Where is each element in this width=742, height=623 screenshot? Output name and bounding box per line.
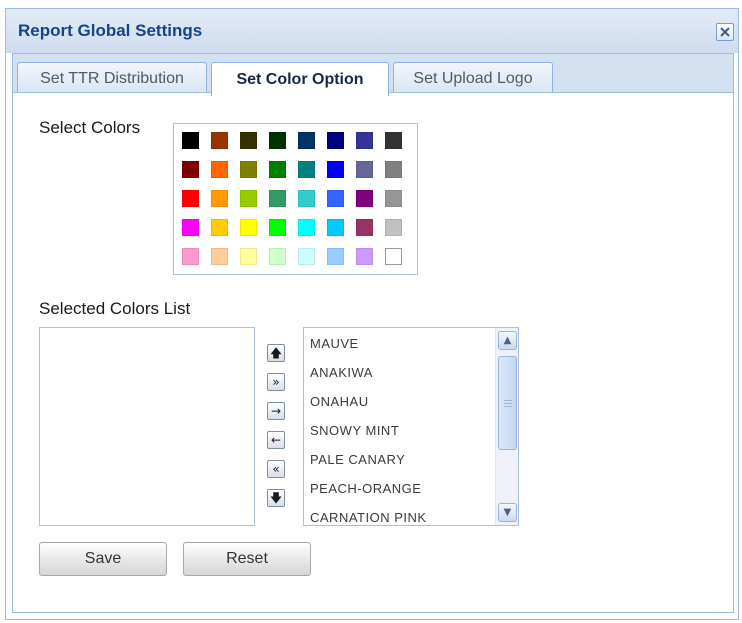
color-palette: [173, 123, 418, 275]
color-swatch[interactable]: [356, 248, 373, 265]
color-swatch[interactable]: [211, 248, 228, 265]
tab-strip: Set TTR Distribution Set Color Option Se…: [12, 53, 734, 96]
color-swatch[interactable]: [356, 190, 373, 207]
scroll-up-icon[interactable]: ▲: [498, 331, 517, 350]
select-colors-label: Select Colors: [39, 118, 141, 137]
move-all-left-icon[interactable]: «: [267, 460, 285, 478]
tab-set-color-option[interactable]: Set Color Option: [211, 62, 389, 96]
selected-colors-listbox[interactable]: [39, 327, 255, 526]
save-button[interactable]: Save: [39, 542, 167, 576]
color-swatch[interactable]: [385, 132, 402, 149]
list-item[interactable]: MAUVE: [310, 336, 359, 351]
color-swatch[interactable]: [298, 219, 315, 236]
list-item[interactable]: SNOWY MINT: [310, 423, 399, 438]
color-swatch[interactable]: [240, 190, 257, 207]
dialog-titlebar[interactable]: Report Global Settings: [6, 9, 738, 53]
dialog-title: Report Global Settings: [18, 21, 203, 40]
available-colors-listbox[interactable]: ▲ ▼ MAUVE ANAKIWA ONAHAU SNOWY MINT PALE CAN…: [303, 327, 519, 526]
color-swatch[interactable]: [327, 132, 344, 149]
move-left-icon[interactable]: ←: [267, 431, 285, 449]
color-swatch[interactable]: [211, 132, 228, 149]
list-item[interactable]: PEACH-ORANGE: [310, 481, 421, 496]
color-swatch[interactable]: [269, 190, 286, 207]
scroll-down-icon[interactable]: ▼: [498, 503, 517, 522]
list-item[interactable]: CARNATION PINK: [310, 510, 427, 525]
color-swatch[interactable]: [269, 219, 286, 236]
color-swatch[interactable]: [269, 132, 286, 149]
color-swatch[interactable]: [269, 161, 286, 178]
list-item[interactable]: ANAKIWA: [310, 365, 373, 380]
color-swatch[interactable]: [298, 248, 315, 265]
reset-button[interactable]: Reset: [183, 542, 311, 576]
color-swatch[interactable]: [327, 190, 344, 207]
color-swatch[interactable]: [240, 161, 257, 178]
color-option-panel: Select Colors Selected Colors List 🡅 » → ← «…: [12, 92, 734, 613]
move-all-right-icon[interactable]: »: [267, 373, 285, 391]
color-swatch[interactable]: [298, 161, 315, 178]
color-swatch[interactable]: [327, 161, 344, 178]
tab-set-ttr-distribution[interactable]: Set TTR Distribution: [17, 62, 207, 95]
report-global-settings-dialog: Report Global Settings Set TTR Distribut…: [5, 8, 739, 620]
color-swatch[interactable]: [269, 248, 286, 265]
list-item[interactable]: ONAHAU: [310, 394, 369, 409]
color-swatch[interactable]: [182, 219, 199, 236]
color-swatch[interactable]: [298, 132, 315, 149]
color-swatch[interactable]: [211, 190, 228, 207]
color-swatch[interactable]: [385, 161, 402, 178]
color-swatch[interactable]: [298, 190, 315, 207]
color-swatch[interactable]: [385, 219, 402, 236]
move-up-icon[interactable]: 🡅: [267, 344, 285, 362]
available-list-scrollbar[interactable]: ▲ ▼: [495, 328, 518, 525]
move-down-icon[interactable]: 🡇: [267, 489, 285, 507]
color-swatch[interactable]: [385, 190, 402, 207]
color-swatch[interactable]: [356, 132, 373, 149]
list-item[interactable]: PALE CANARY: [310, 452, 405, 467]
color-swatch[interactable]: [240, 248, 257, 265]
color-swatch[interactable]: [211, 161, 228, 178]
color-swatch[interactable]: [182, 161, 199, 178]
close-icon[interactable]: [716, 23, 734, 41]
scrollbar-thumb[interactable]: [498, 356, 517, 450]
color-swatch[interactable]: [327, 219, 344, 236]
color-swatch[interactable]: [182, 132, 199, 149]
selected-colors-list-label: Selected Colors List: [39, 299, 191, 318]
color-swatch[interactable]: [182, 190, 199, 207]
tab-set-upload-logo[interactable]: Set Upload Logo: [393, 62, 553, 95]
color-swatch[interactable]: [385, 248, 402, 265]
color-swatch[interactable]: [356, 161, 373, 178]
color-swatch[interactable]: [240, 219, 257, 236]
color-swatch[interactable]: [356, 219, 373, 236]
color-swatch[interactable]: [182, 248, 199, 265]
color-swatch[interactable]: [240, 132, 257, 149]
color-swatch[interactable]: [211, 219, 228, 236]
color-swatch[interactable]: [327, 248, 344, 265]
move-right-icon[interactable]: →: [267, 402, 285, 420]
